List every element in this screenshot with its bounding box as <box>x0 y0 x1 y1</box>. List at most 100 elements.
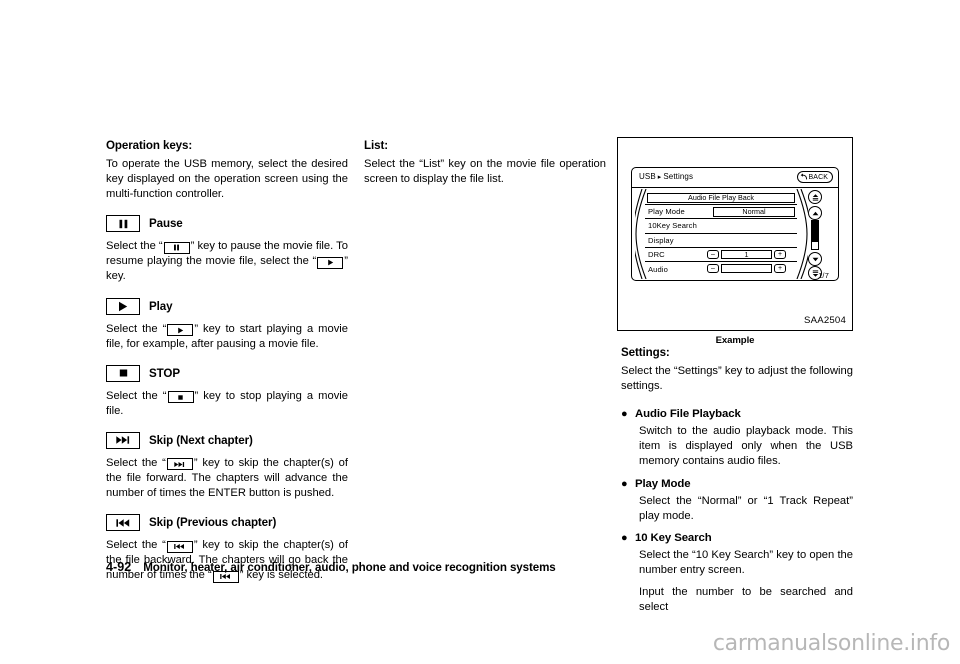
audio-plus-button[interactable]: + <box>774 263 786 274</box>
key-label-skip-next: Skip (Next chapter) <box>149 433 253 447</box>
settings-row-display[interactable]: Display <box>645 234 797 248</box>
key-entry-pause: Pause <box>106 215 348 233</box>
scrollbar[interactable] <box>811 220 819 250</box>
settings-row-audio[interactable]: Audio – + <box>645 262 797 276</box>
play-text-before: Select the “ <box>106 322 167 335</box>
right-column: Settings: Select the “Settings” key to a… <box>621 345 853 615</box>
page-footer: 4-92 Monitor, heater, air conditioner, a… <box>106 560 556 574</box>
10key-search-label: 10Key Search <box>648 221 697 231</box>
bullet-text-audio-file-playback: Switch to the audio playback mode. This … <box>639 425 853 468</box>
bullet-text-10-key-search-1: Select the “10 Key Search” key to open t… <box>639 548 853 577</box>
settings-row-drc[interactable]: DRC – 1 + <box>645 248 797 262</box>
key-entry-play: Play <box>106 297 348 315</box>
bullet-title-play-mode: Play Mode <box>635 477 691 490</box>
list-heading: List: <box>364 139 388 152</box>
list-description: Select the “List” key on the movie file … <box>364 158 606 186</box>
settings-row-10key-search[interactable]: 10Key Search <box>645 219 797 234</box>
skip-next-description: Select the “” key to skip the chapter(s)… <box>106 456 348 501</box>
pause-inline-icon <box>163 241 190 254</box>
key-entry-stop: STOP <box>106 364 348 382</box>
pause-description: Select the “” key to pause the movie fil… <box>106 239 348 284</box>
bullet-10-key-search: ● 10 Key Search Select the “10 Key Searc… <box>621 531 853 615</box>
scroll-top-button[interactable] <box>808 190 822 204</box>
breadcrumb-root: USB <box>639 172 656 181</box>
play-inline-icon-2 <box>167 324 194 337</box>
skip-previous-inline-icon-1 <box>166 540 193 553</box>
bullet-title-10-key-search: 10 Key Search <box>635 531 712 544</box>
bullet-title-audio-file-playback: Audio File Playback <box>635 408 741 421</box>
figure-code: SAA2504 <box>804 315 846 326</box>
play-mode-value[interactable]: Normal <box>713 207 795 217</box>
stop-description: Select the “” key to stop playing a movi… <box>106 389 348 419</box>
key-label-play: Play <box>149 299 173 313</box>
operation-keys-intro: To operate the USB memory, select the de… <box>106 158 348 201</box>
pause-text-before: Select the “ <box>106 240 163 253</box>
figure: USB ▸ Settings BACK Audio File Play Back… <box>617 137 853 346</box>
figure-box: USB ▸ Settings BACK Audio File Play Back… <box>617 137 853 331</box>
bullet-play-mode: ● Play Mode Select the “Normal” or “1 Tr… <box>621 477 853 524</box>
drc-stepper[interactable]: – 1 + <box>707 249 786 260</box>
drc-value: 1 <box>721 249 772 260</box>
scroll-down-button[interactable] <box>808 252 822 266</box>
audio-label: Audio <box>648 264 668 274</box>
bullet-dot-icon-2: ● <box>621 477 628 490</box>
breadcrumb-leaf: Settings <box>663 172 694 181</box>
settings-row-audio-file-play-back[interactable]: Audio File Play Back <box>645 191 797 206</box>
display-label: Display <box>648 235 674 245</box>
pause-icon <box>106 215 140 233</box>
left-column: Operation keys: To operate the USB memor… <box>106 138 348 584</box>
stop-text-before: Select the “ <box>106 389 167 402</box>
back-button[interactable]: BACK <box>796 171 833 183</box>
back-arrow-icon <box>800 173 807 180</box>
bullet-dot-icon-1: ● <box>621 408 628 421</box>
skip-previous-icon <box>106 514 140 532</box>
middle-column: List: Select the “List” key on the movie… <box>364 138 606 200</box>
skip-next-icon <box>106 431 140 449</box>
bullet-text-play-mode: Select the “Normal” or “1 Track Repeat” … <box>639 494 853 522</box>
skip-next-inline-icon <box>166 458 193 471</box>
drc-plus-button[interactable]: + <box>774 249 786 260</box>
skip-prev-text-before: Select the “ <box>106 539 166 552</box>
back-button-label: BACK <box>808 173 828 181</box>
screen-title-bar: USB ▸ Settings BACK <box>632 168 838 188</box>
drc-label: DRC <box>648 249 665 259</box>
nav-settings-screen: USB ▸ Settings BACK Audio File Play Back… <box>631 167 839 281</box>
drc-minus-button[interactable]: – <box>707 249 719 260</box>
stop-inline-icon <box>167 391 194 404</box>
audio-minus-button[interactable]: – <box>707 263 719 274</box>
settings-row-play-mode[interactable]: Play Mode Normal <box>645 205 797 220</box>
bullet-row-play-mode: ● Play Mode <box>621 477 853 492</box>
audio-value <box>721 263 772 274</box>
screen-body: Audio File Play Back Play Mode Normal 10… <box>632 188 838 280</box>
key-entry-skip-previous: Skip (Previous chapter) <box>106 514 348 532</box>
scrollbar-thumb[interactable] <box>812 221 818 242</box>
watermark: carmanualsonline.info <box>712 631 950 656</box>
footer-section-title: Monitor, heater, air conditioner, audio,… <box>143 561 556 574</box>
breadcrumb: USB ▸ Settings <box>639 172 693 181</box>
play-description: Select the “” key to start playing a mov… <box>106 322 348 352</box>
bullet-audio-file-playback: ● Audio File Playback Switch to the audi… <box>621 407 853 469</box>
chevron-down-icon <box>812 257 818 261</box>
audio-stepper[interactable]: – + <box>707 263 786 274</box>
operation-keys-heading: Operation keys: <box>106 139 193 152</box>
bullet-row-audio-file-playback: ● Audio File Playback <box>621 407 853 422</box>
settings-list: Audio File Play Back Play Mode Normal 10… <box>645 191 797 276</box>
scroll-controls <box>806 190 826 280</box>
stop-icon <box>106 364 140 382</box>
play-icon <box>106 297 140 315</box>
scroll-up-button[interactable] <box>808 206 822 220</box>
skip-next-text-before: Select the “ <box>106 456 166 469</box>
key-label-pause: Pause <box>149 217 183 231</box>
page-indicator: 1/7 <box>818 271 829 280</box>
settings-heading: Settings: <box>621 346 670 359</box>
double-chevron-up-icon <box>812 193 818 201</box>
manual-page: Operation keys: To operate the USB memor… <box>0 0 960 664</box>
key-label-stop: STOP <box>149 366 180 380</box>
settings-intro: Select the “Settings” key to adjust the … <box>621 365 853 393</box>
key-entry-skip-next: Skip (Next chapter) <box>106 431 348 449</box>
bullet-text-10-key-search-2: Input the number to be searched and sele… <box>639 586 853 614</box>
chevron-up-icon <box>812 211 818 215</box>
bullet-dot-icon-3: ● <box>621 531 628 544</box>
key-label-skip-previous: Skip (Previous chapter) <box>149 516 277 530</box>
audio-file-play-back-value[interactable]: Audio File Play Back <box>647 193 795 203</box>
